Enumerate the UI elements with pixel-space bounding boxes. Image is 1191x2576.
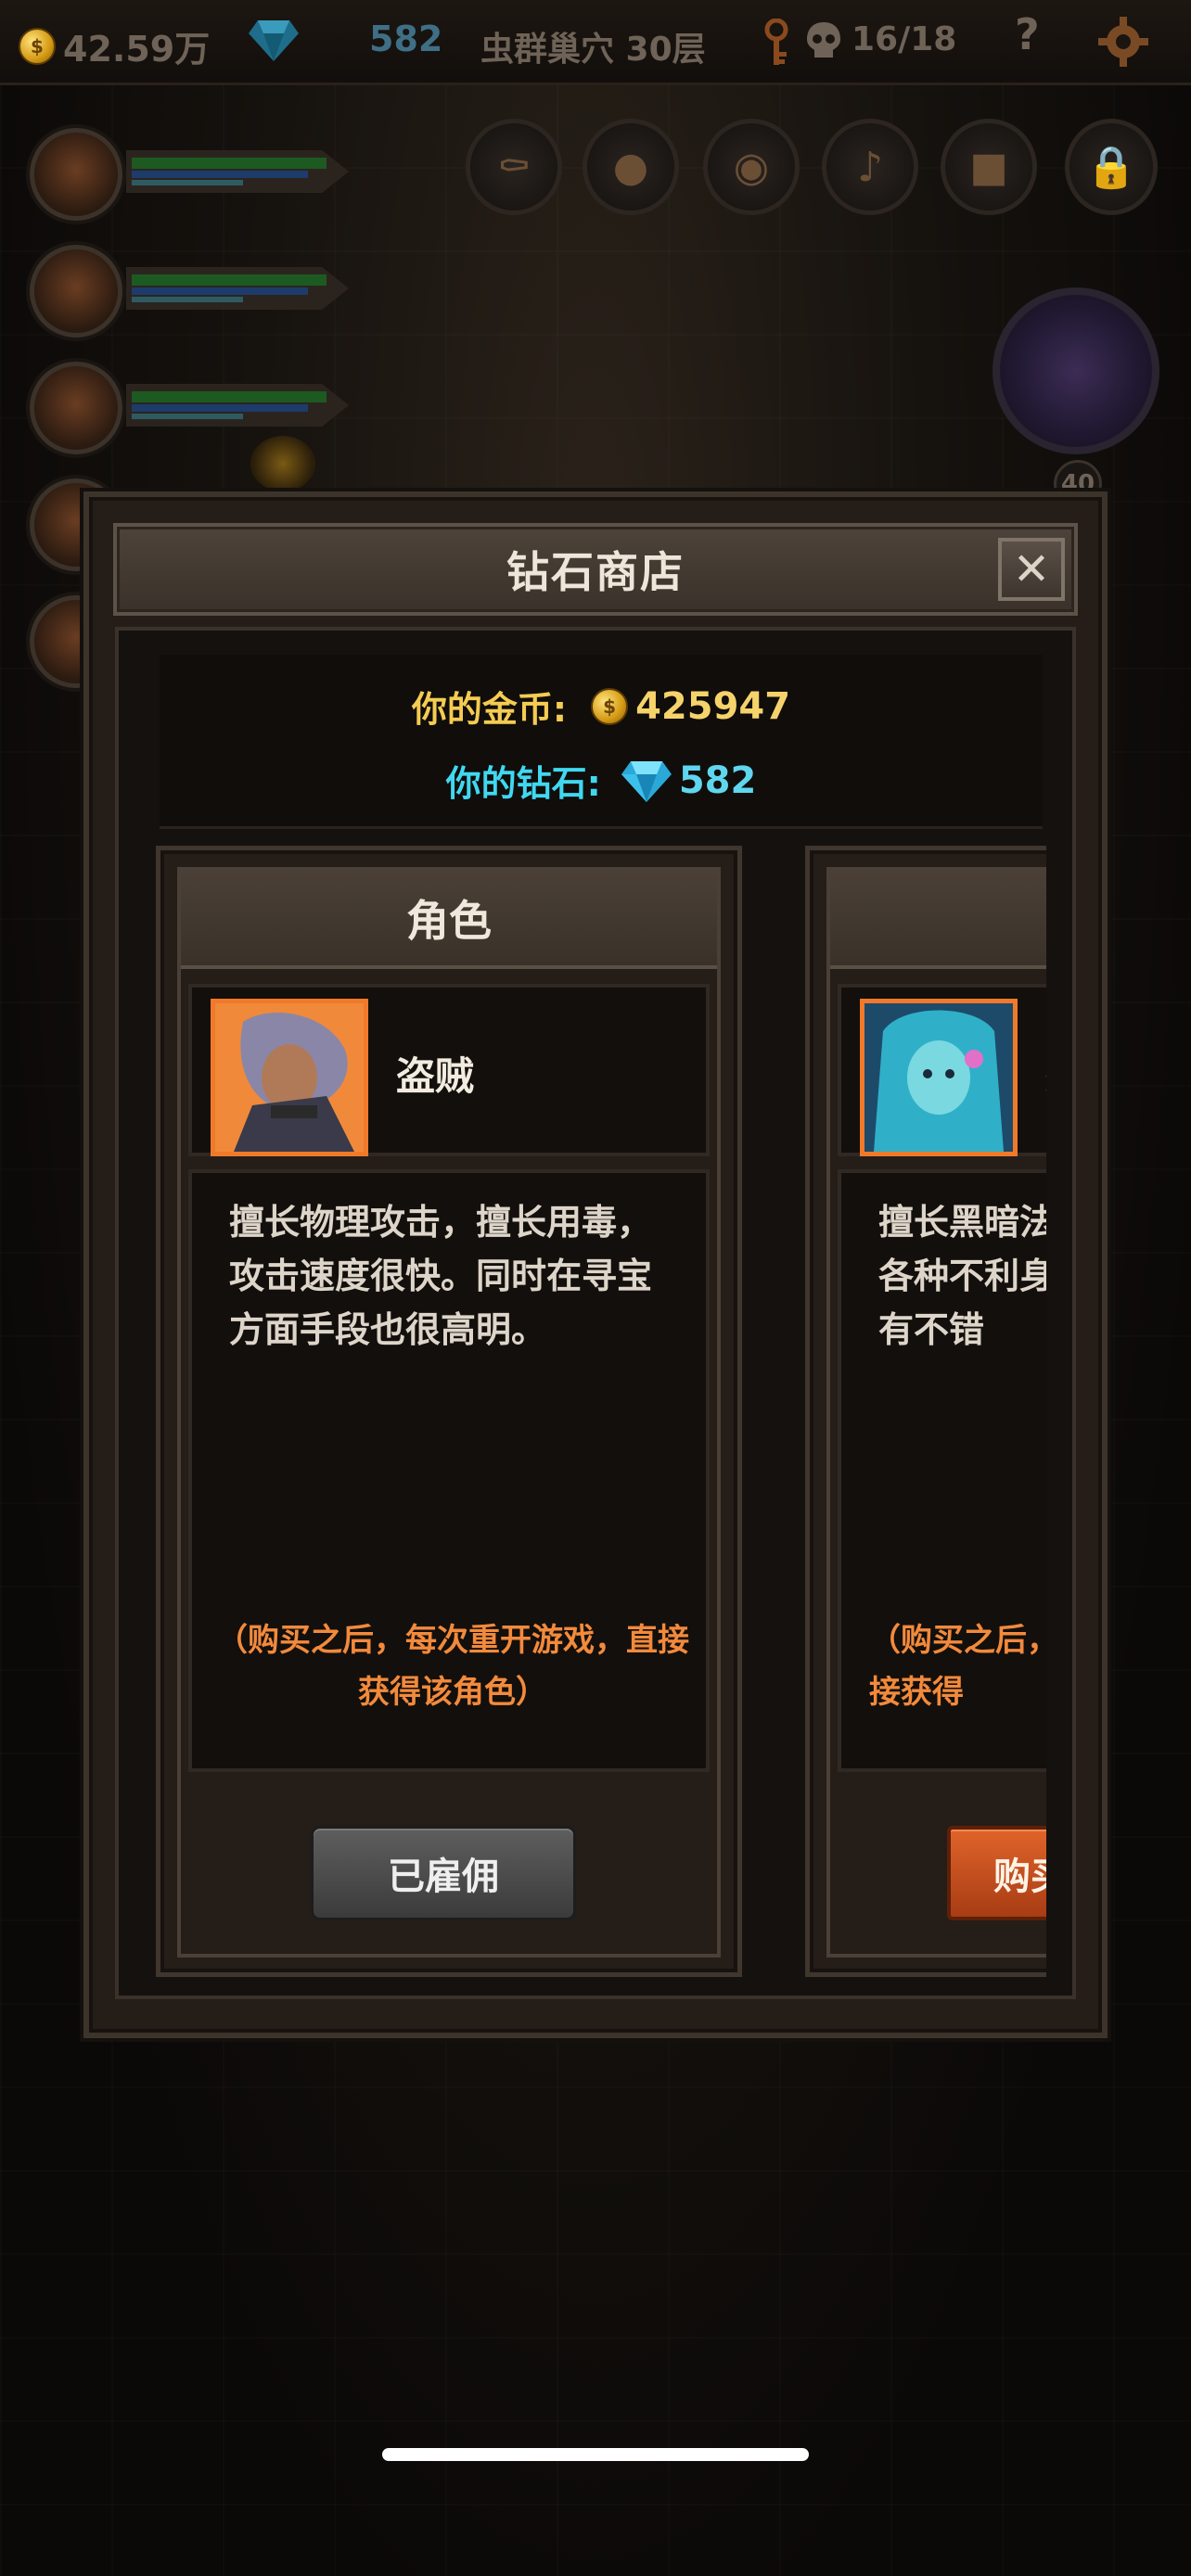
- card-header: 角色: [181, 871, 717, 969]
- kill-counter: 16/18: [852, 20, 957, 58]
- description-box: 擅长黑暗法于各种不利身拥有不错 （购买之后，直接获得: [838, 1169, 1046, 1772]
- shop-card-frame: 角色 死: [826, 867, 1046, 1958]
- hero-stat-bars: [126, 150, 349, 193]
- gear-icon[interactable]: [1096, 15, 1150, 69]
- skull-icon: [805, 20, 842, 61]
- hired-button[interactable]: 已雇佣: [311, 1826, 576, 1920]
- hero-portrait: [30, 362, 122, 454]
- buy-button[interactable]: 购买: [947, 1826, 1046, 1920]
- floor-label: 虫群巢穴 30层: [480, 31, 706, 69]
- close-button[interactable]: ✕: [998, 538, 1065, 601]
- hero-stat-bars: [126, 267, 349, 310]
- shop-card: 角色 盗贼 擅长物理攻击，擅长用毒，攻击速度很快。同时在寻宝方面手段也很高明。 …: [156, 846, 742, 1977]
- coffin-relic-icon[interactable]: ⚰: [466, 119, 562, 215]
- diamond-amount: 582: [369, 19, 443, 59]
- dialog-title: 钻石商店: [506, 547, 685, 597]
- resource-summary: 你的金币: $ 425947 你的钻石: 582: [160, 655, 1043, 829]
- diamond-balance-value: 582: [678, 759, 757, 802]
- diamond-icon: [249, 19, 299, 61]
- party-hero-slot[interactable]: [17, 121, 360, 228]
- gold-balance-value: 425947: [635, 684, 791, 728]
- diamond-balance-row: 你的钻石: 582: [160, 755, 1043, 806]
- bell-relic-icon[interactable]: ♪: [822, 119, 918, 215]
- hero-description: 擅长物理攻击，擅长用毒，攻击速度很快。同时在寻宝方面手段也很高明。: [229, 1202, 653, 1350]
- top-hud: $ 42.59万 582 虫群巢穴 30层 16/18 ?: [0, 0, 1191, 85]
- dialog-body: 你的金币: $ 425947 你的钻石: 582 角色 盗贼 擅长物理攻击，擅长…: [115, 627, 1076, 1999]
- hero-portrait: [30, 128, 122, 221]
- shop-card-frame: 角色 盗贼 擅长物理攻击，擅长用毒，攻击速度很快。同时在寻宝方面手段也很高明。 …: [177, 867, 721, 1958]
- diamond-balance-label: 你的钻石:: [445, 763, 601, 804]
- hero-name: 盗贼: [396, 1053, 475, 1099]
- hero-info-row: 盗贼: [188, 984, 710, 1156]
- lock-icon[interactable]: 🔒: [1065, 119, 1158, 215]
- gold-amount: 42.59万: [63, 29, 211, 70]
- description-box: 擅长物理攻击，擅长用毒，攻击速度很快。同时在寻宝方面手段也很高明。 （购买之后，…: [188, 1169, 710, 1772]
- hero-info-row: 死: [838, 984, 1046, 1156]
- gold-balance-row: 你的金币: $ 425947: [160, 681, 1043, 732]
- card-category: 角色: [406, 896, 492, 946]
- diamond-icon: [621, 759, 672, 802]
- gold-counter: $ 42.59万: [19, 20, 210, 71]
- question-icon[interactable]: ?: [1015, 9, 1040, 59]
- close-icon: ✕: [1012, 543, 1051, 595]
- hero-avatar: [211, 999, 368, 1156]
- hero-avatar: [860, 999, 1018, 1156]
- gold-balance-label: 你的金币:: [411, 689, 568, 730]
- hero-description: 擅长黑暗法于各种不利身拥有不错: [878, 1202, 1046, 1350]
- lantern-icon: [250, 436, 315, 491]
- gold-coin-icon: $: [591, 687, 629, 725]
- card-header: 角色: [830, 871, 1046, 969]
- home-indicator[interactable]: [382, 2448, 809, 2461]
- shop-card-carousel[interactable]: 角色 盗贼 擅长物理攻击，擅长用毒，攻击速度很快。同时在寻宝方面手段也很高明。 …: [156, 846, 1046, 1977]
- shop-card: 角色 死: [805, 846, 1046, 1977]
- key-icon: [762, 19, 790, 67]
- purchase-note: （购买之后，直接获得: [869, 1622, 1046, 1711]
- diamond-shop-dialog: 钻石商店 ✕ 你的金币: $ 425947 你的钻石: 582 角色 盗贼 擅长…: [83, 491, 1108, 2038]
- hero-name: 死: [1045, 1045, 1046, 1102]
- piggy-bank-relic-icon[interactable]: ●: [583, 119, 679, 215]
- hero-stat-bars: [126, 384, 349, 427]
- party-hero-slot[interactable]: [17, 237, 360, 345]
- stone-relic-icon[interactable]: ■: [941, 119, 1037, 215]
- gold-coin-icon: $: [19, 27, 56, 65]
- pumpkin-relic-icon[interactable]: ◉: [703, 119, 800, 215]
- hero-portrait: [30, 245, 122, 338]
- boss-portrait[interactable]: [992, 287, 1159, 454]
- dialog-title-bar: 钻石商店 ✕: [113, 523, 1078, 616]
- purchase-note: （购买之后，每次重开游戏，直接获得该角色）: [216, 1622, 689, 1711]
